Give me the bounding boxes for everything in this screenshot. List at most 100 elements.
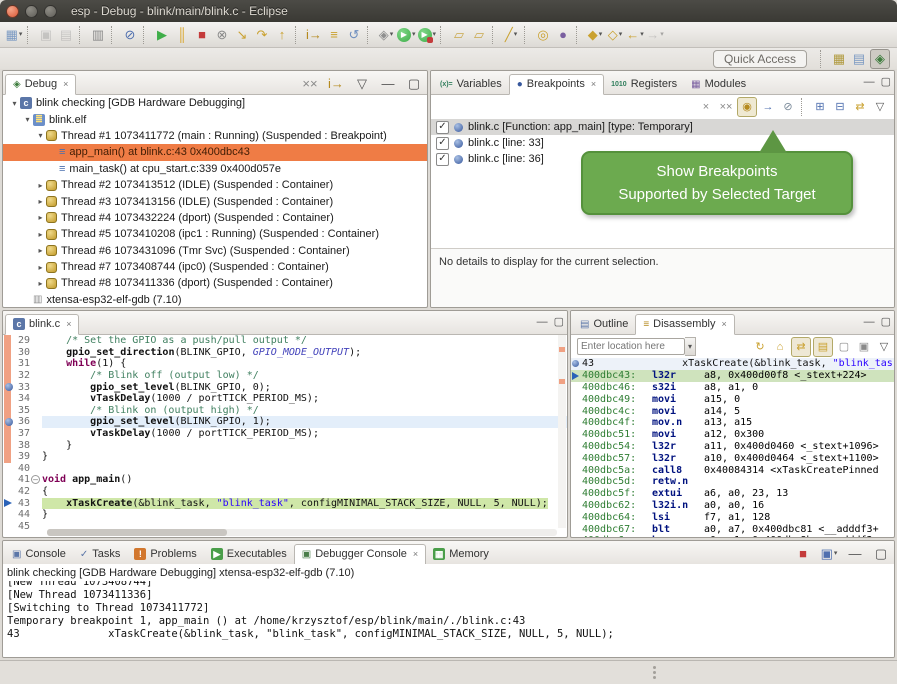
remove-breakpoint-icon[interactable]: ×	[697, 98, 715, 116]
tab-outline[interactable]: ▤Outline	[573, 315, 635, 334]
show-breakpoints-supported-icon[interactable]: ◉	[737, 97, 757, 117]
overview-ruler[interactable]	[558, 335, 566, 528]
expander-collapsed-icon[interactable]: ▸	[35, 279, 46, 288]
disassembly-row[interactable]: 400dbc57:l32ra10, 0x400d0464 <_stext+110…	[571, 452, 894, 464]
tree-item[interactable]: ≡main_task() at cpu_start.c:339 0x400d05…	[3, 161, 427, 177]
expander-expanded-icon[interactable]: ▾	[22, 115, 33, 124]
expander-expanded-icon[interactable]: ▾	[9, 99, 20, 108]
view-menu-icon[interactable]: ▽	[353, 75, 371, 93]
disassembly-row[interactable]: 400dbc46:s32ia8, a1, 0	[571, 382, 894, 394]
breakpoint-checkbox[interactable]: ✓	[436, 137, 449, 150]
run-icon[interactable]: ▶▾	[397, 26, 416, 44]
instruction-pointer-icon[interactable]	[3, 497, 16, 509]
horizontal-scrollbar[interactable]	[47, 529, 557, 536]
tree-item[interactable]: ▸Thread #2 1073413512 (IDLE) (Suspended …	[3, 177, 427, 193]
close-tab-icon[interactable]: ×	[413, 549, 418, 559]
tab-registers[interactable]: 1010Registers	[604, 75, 684, 94]
quick-access-button[interactable]: Quick Access	[713, 50, 807, 68]
tab-disassembly[interactable]: ≡Disassembly×	[635, 314, 734, 335]
tree-item[interactable]: ▥xtensa-esp32-elf-gdb (7.10)	[3, 292, 427, 308]
minimize-icon[interactable]: —	[537, 316, 548, 328]
breakpoint-checkbox[interactable]: ✓	[436, 153, 449, 166]
window-minimize-icon[interactable]	[25, 5, 38, 18]
disconnect-icon[interactable]: ⊗	[213, 26, 231, 44]
instruction-pointer-icon[interactable]	[571, 370, 582, 382]
tab-executables[interactable]: ▶Executables	[204, 545, 294, 564]
code-editor[interactable]: 29 /* Set the GPIO as a push/pull output…	[3, 335, 567, 532]
maximize-icon[interactable]: ▢	[872, 545, 890, 563]
new-wizard-icon[interactable]: ▦▾	[5, 26, 23, 44]
step-return-icon[interactable]: ↑	[273, 26, 291, 44]
breakpoint-marker-icon[interactable]	[3, 416, 16, 428]
tree-item[interactable]: ▸Thread #6 1073431096 (Tmr Svc) (Suspend…	[3, 243, 427, 259]
code-line-39[interactable]: 39}	[3, 451, 567, 463]
goto-file-for-breakpoint-icon[interactable]: →	[759, 98, 777, 116]
skip-all-breakpoints-icon[interactable]: ⊘	[121, 26, 139, 44]
code-line-42[interactable]: 42{	[3, 486, 567, 498]
disassembly-row[interactable]: 400dbc5a:call80x40084314 <xTaskCreatePin…	[571, 464, 894, 476]
view-menu-icon[interactable]: ▽	[875, 338, 893, 356]
tree-item[interactable]: ▾cblink checking [GDB Hardware Debugging…	[3, 95, 427, 111]
open-new-view-icon[interactable]: ▣	[855, 338, 873, 356]
disassembly-row[interactable]: 400dbc62:l32i.na0, a0, 16	[571, 500, 894, 512]
use-step-filters-icon[interactable]: ≡	[325, 26, 343, 44]
maximize-icon[interactable]: ▢	[554, 315, 564, 328]
breakpoint-marker-icon[interactable]	[571, 358, 582, 370]
location-dropdown-icon[interactable]: ▾	[685, 337, 696, 356]
code-line-41[interactable]: 41–void app_main()	[3, 474, 567, 486]
debug-icon[interactable]: ◈▾	[377, 26, 395, 44]
step-into-icon[interactable]: ↘	[233, 26, 251, 44]
code-line-34[interactable]: 34 vTaskDelay(1000 / portTICK_PERIOD_MS)…	[3, 393, 567, 405]
terminate-icon[interactable]: ■	[193, 26, 211, 44]
cpp-perspective-icon[interactable]: ▤	[850, 50, 868, 68]
tree-item[interactable]: ▸Thread #8 1073411336 (dport) (Suspended…	[3, 275, 427, 291]
remove-all-terminated-icon[interactable]: ××	[301, 75, 319, 93]
tab-variables[interactable]: (x)=Variables	[433, 75, 509, 94]
code-line-32[interactable]: 32 /* Blink off (output low) */	[3, 370, 567, 382]
tree-item[interactable]: ▸Thread #5 1073410208 (ipc1 : Running) (…	[3, 226, 427, 242]
display-selected-console-icon[interactable]: ▣▾	[820, 545, 838, 563]
view-menu-icon[interactable]: ▽	[871, 98, 889, 116]
goto-last-edit-icon[interactable]: ◇▾	[606, 26, 624, 44]
close-tab-icon[interactable]: ×	[63, 79, 68, 89]
disassembly-row[interactable]: 400dbc5d:retw.n	[571, 476, 894, 488]
open-type-icon[interactable]: ●	[554, 26, 572, 44]
expander-collapsed-icon[interactable]: ▸	[35, 181, 46, 190]
tree-item[interactable]: ▸Thread #4 1073432224 (dport) (Suspended…	[3, 210, 427, 226]
maximize-icon[interactable]: ▢	[881, 75, 891, 88]
disassembly-row[interactable]: 400dbc5f:extuia6, a0, 23, 13	[571, 488, 894, 500]
location-input[interactable]	[577, 338, 685, 355]
code-line-37[interactable]: 37 vTaskDelay(1000 / portTICK_PERIOD_MS)…	[3, 428, 567, 440]
tab-problems[interactable]: !Problems	[127, 545, 203, 564]
annotation-icon[interactable]: ╱▾	[502, 26, 520, 44]
disassembly-row[interactable]: 400dbc49:movia15, 0	[571, 393, 894, 405]
close-tab-icon[interactable]: ×	[722, 319, 727, 329]
tree-item[interactable]: ▾Thread #1 1073411772 (main : Running) (…	[3, 128, 427, 144]
code-line-40[interactable]: 40	[3, 463, 567, 475]
home-icon[interactable]: ⌂	[771, 338, 789, 356]
tab-tasks[interactable]: ✓Tasks	[73, 545, 128, 564]
skip-all-breakpoints-view-icon[interactable]: ⊘	[779, 98, 797, 116]
maximize-icon[interactable]: ▢	[405, 75, 423, 93]
sash-handle[interactable]	[653, 666, 656, 669]
window-close-icon[interactable]	[6, 5, 19, 18]
disassembly-row[interactable]: 400dbc43:l32ra8, 0x400d00f8 <_stext+224>	[571, 370, 894, 382]
code-line-44[interactable]: 44}	[3, 509, 567, 521]
expander-collapsed-icon[interactable]: ▸	[35, 230, 46, 239]
minimize-icon[interactable]: —	[864, 76, 875, 88]
code-line-43[interactable]: 43 xTaskCreate(&blink_task, "blink_task"…	[3, 497, 567, 509]
breakpoint-checkbox[interactable]: ✓	[436, 121, 449, 134]
terminate-console-icon[interactable]: ■	[794, 545, 812, 563]
expander-expanded-icon[interactable]: ▾	[35, 131, 46, 140]
instruction-stepping-mode-icon[interactable]: i→	[327, 75, 345, 93]
code-line-38[interactable]: 38 }	[3, 439, 567, 451]
last-edit-location-icon[interactable]: ◆▾	[586, 26, 604, 44]
search-icon[interactable]: ◎	[534, 26, 552, 44]
minimize-icon[interactable]: —	[379, 75, 397, 93]
code-line-36[interactable]: 36 gpio_set_level(BLINK_GPIO, 1);	[3, 416, 567, 428]
expander-collapsed-icon[interactable]: ▸	[35, 246, 46, 255]
maximize-icon[interactable]: ▢	[881, 315, 891, 328]
expander-collapsed-icon[interactable]: ▸	[35, 213, 46, 222]
disassembly-row[interactable]: 400dbc4f:mov.na13, a15	[571, 417, 894, 429]
close-tab-icon[interactable]: ×	[66, 319, 71, 329]
